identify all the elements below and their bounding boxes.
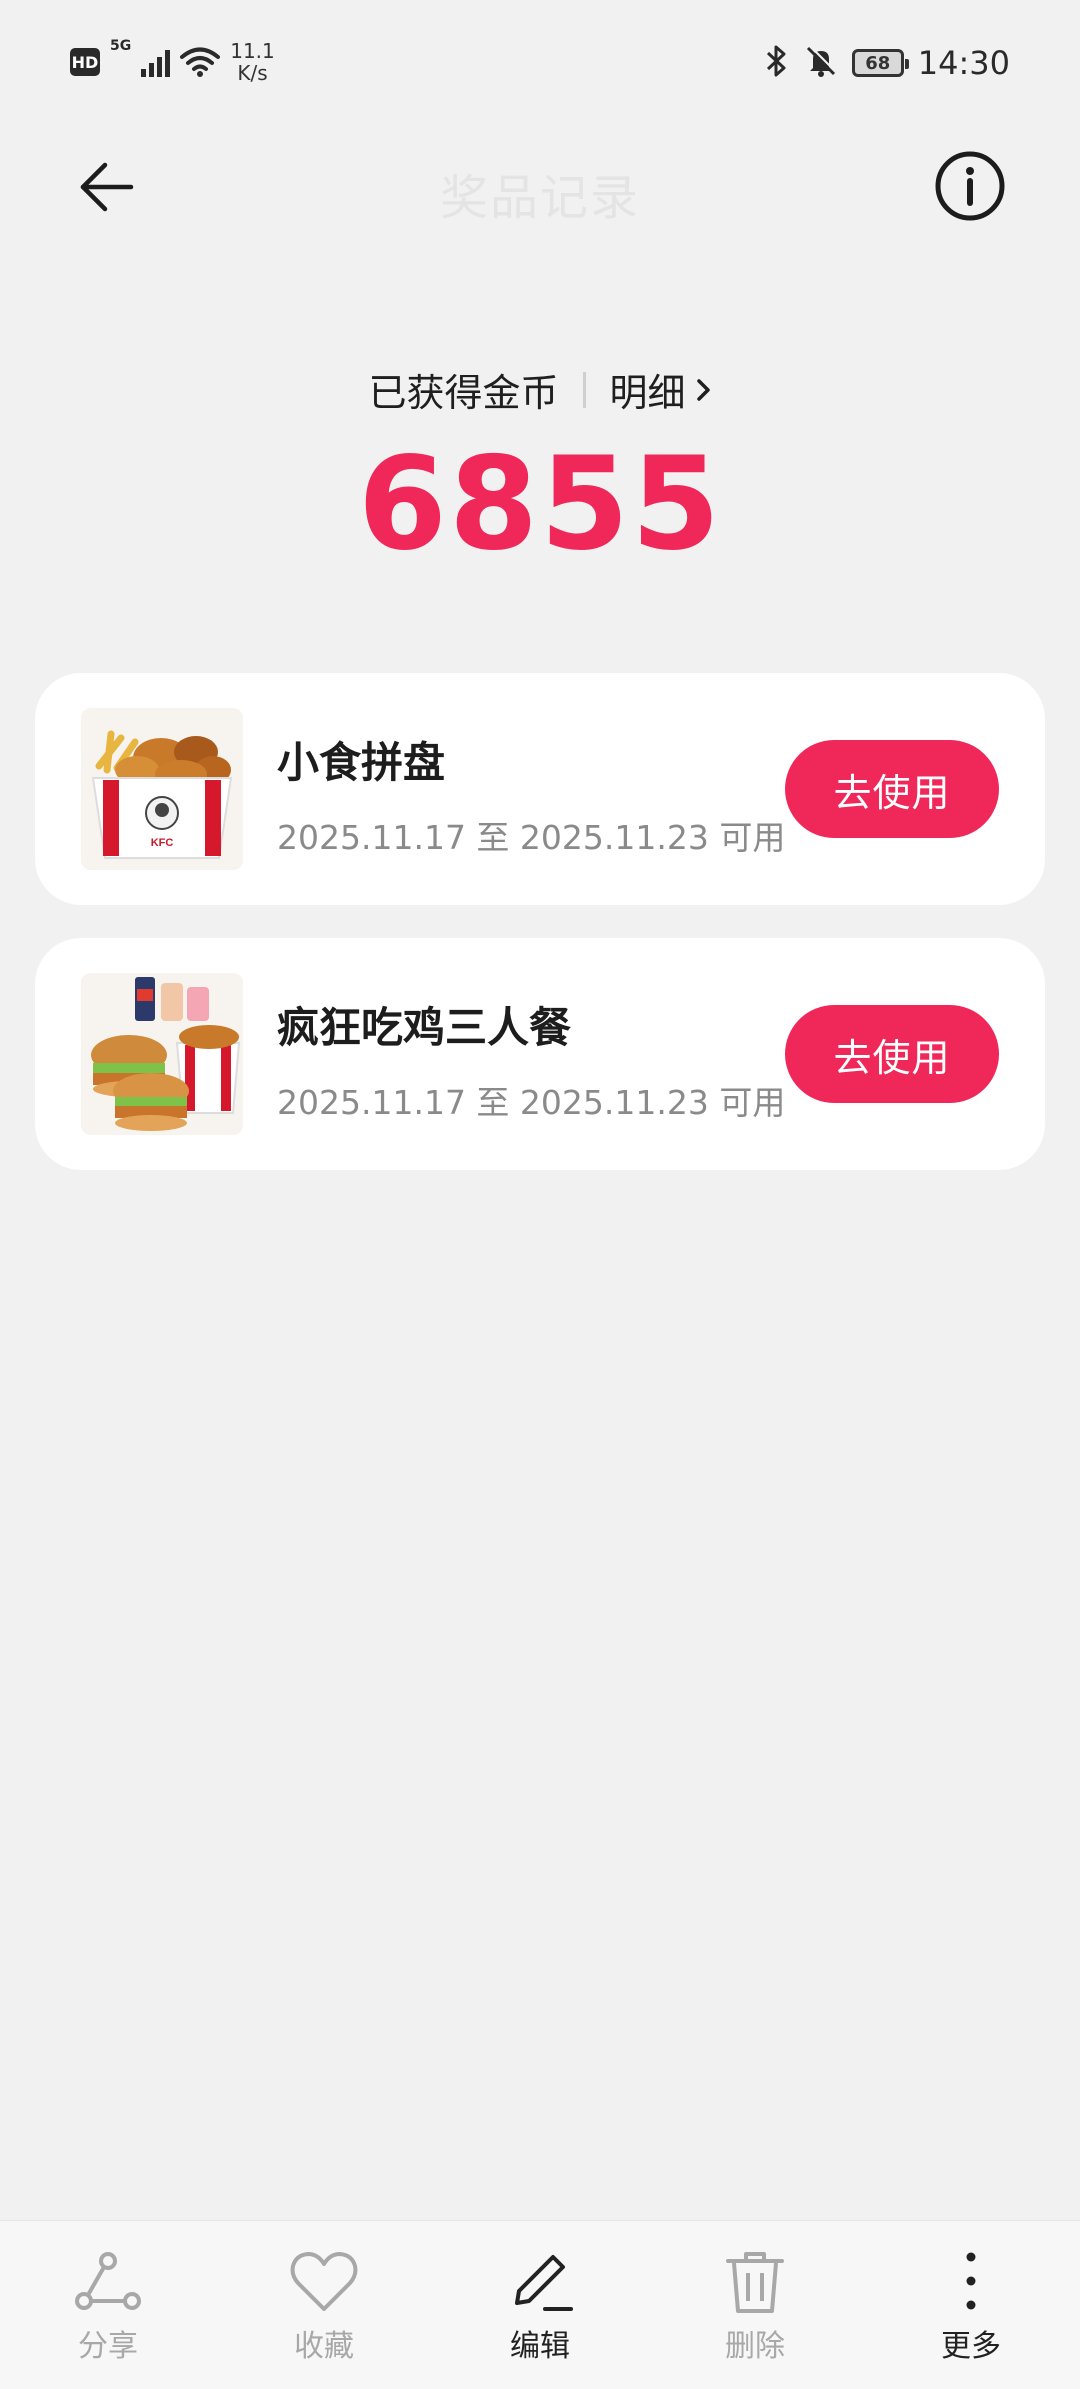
wifi-icon (180, 46, 221, 78)
trash-icon (726, 2252, 784, 2313)
coins-label: 已获得金币 (368, 371, 559, 415)
heart-icon (290, 2252, 358, 2311)
pencil-icon (515, 2255, 573, 2311)
prize-image-snack-platter: KFC (81, 708, 243, 870)
clock: 14:30 (917, 44, 1010, 82)
bottom-action-bar: 分享 收藏 编辑 删除 更多 (0, 2220, 1080, 2389)
delete-button[interactable]: 删除 (680, 2249, 830, 2365)
delete-label: 删除 (725, 2329, 785, 2364)
prize-title: 疯狂吃鸡三人餐 (277, 1003, 572, 1052)
info-button[interactable] (932, 148, 1008, 224)
coins-divider (582, 371, 586, 408)
speed-value: 11.1 (230, 39, 275, 63)
more-label: 更多 (941, 2329, 1001, 2364)
status-left: HD 5G 11.1 K/s (70, 38, 275, 84)
signal-icon (141, 47, 171, 77)
share-label: 分享 (78, 2329, 138, 2364)
use-button[interactable]: 去使用 (785, 1005, 999, 1103)
info-circle-icon (935, 151, 1005, 221)
coins-value: 6855 (357, 430, 723, 579)
share-button[interactable]: 分享 (33, 2249, 183, 2365)
prize-card: KFC 小食拼盘 2025.11.17 至 2025.11.23 可用 去使用 (35, 673, 1045, 905)
title-bar: 奖品记录 (0, 130, 1080, 240)
page-title: 奖品记录 (439, 170, 640, 226)
network-type: 5G (110, 38, 132, 54)
chevron-right-icon (696, 378, 710, 401)
coins-row: 已获得金币 明细 (0, 362, 1080, 417)
mute-bell-icon (804, 44, 838, 82)
prize-card: 疯狂吃鸡三人餐 2025.11.17 至 2025.11.23 可用 去使用 (35, 938, 1045, 1170)
use-button[interactable]: 去使用 (785, 740, 999, 838)
speed-unit: K/s (237, 61, 268, 85)
edit-label: 编辑 (510, 2329, 570, 2364)
prize-validity: 2025.11.17 至 2025.11.23 可用 (277, 818, 786, 857)
status-right: 68 14:30 (764, 44, 1010, 82)
network-speed: 11.1 K/s (230, 40, 275, 84)
prize-image-chicken-meal (81, 973, 243, 1135)
edit-button[interactable]: 编辑 (465, 2249, 615, 2365)
more-vertical-icon (966, 2252, 976, 2310)
prize-validity: 2025.11.17 至 2025.11.23 可用 (277, 1083, 786, 1122)
battery-icon: 68 (851, 49, 909, 77)
bluetooth-icon (764, 44, 790, 82)
favorite-label: 收藏 (294, 2329, 354, 2364)
more-button[interactable]: 更多 (896, 2249, 1046, 2365)
favorite-button[interactable]: 收藏 (249, 2249, 399, 2365)
detail-link[interactable]: 明细 (610, 362, 712, 417)
status-bar: HD 5G 11.1 K/s 68 14:30 (0, 0, 1080, 130)
hd-icon: HD (70, 48, 100, 76)
detail-label: 明细 (609, 371, 686, 415)
share-icon (75, 2252, 141, 2310)
prize-title: 小食拼盘 (277, 738, 446, 787)
svg-text:KFC: KFC (151, 837, 174, 849)
